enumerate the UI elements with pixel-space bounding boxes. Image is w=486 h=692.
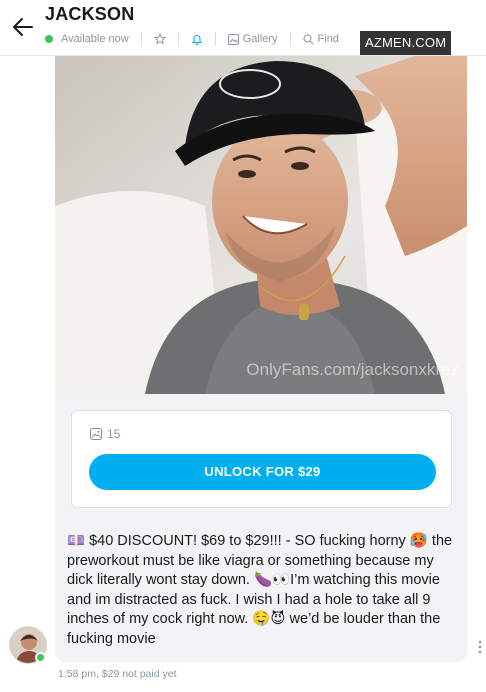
photo-watermark: OnlyFans.com/jacksonxkrez [246,360,459,379]
divider [177,32,179,46]
media-count: 15 [90,427,120,441]
message-photo[interactable]: OnlyFans.com/jacksonxkrez [55,56,467,394]
locked-media-box: 15 UNLOCK FOR $29 [71,410,452,508]
back-arrow-icon[interactable] [10,14,36,40]
unlock-button[interactable]: UNLOCK FOR $29 [89,454,436,490]
header-subrow: Available now Gallery Find [45,30,339,48]
image-icon [227,33,239,45]
message-text: 💷 $40 DISCOUNT! $69 to $29!!! - SO fucki… [67,533,453,647]
image-icon [90,428,102,440]
chat-header: JACKSON Available now Gallery Find AZMEN… [0,0,486,56]
divider [214,32,216,46]
star-icon[interactable] [153,33,166,45]
status-text: Available now [61,33,129,45]
search-icon [303,34,313,44]
photo-illustration [55,56,467,394]
gallery-label: Gallery [242,33,278,45]
message-bubble: OnlyFans.com/jacksonxkrez 15 UNLOCK FOR … [55,56,467,662]
contact-name: JACKSON [45,4,135,24]
media-count-value: 15 [107,427,121,441]
find-link[interactable]: Find [303,33,339,45]
divider [140,32,142,46]
find-label: Find [317,33,339,45]
online-status-dot [45,35,53,43]
bell-icon[interactable] [191,33,203,45]
more-options-icon[interactable] [476,640,484,654]
online-status-dot [35,652,46,663]
site-watermark: AZMEN.COM [360,31,452,55]
gallery-link[interactable]: Gallery [227,33,278,45]
message-meta: 1:58 pm, $29 not paid yet [58,668,177,680]
divider [289,32,291,46]
